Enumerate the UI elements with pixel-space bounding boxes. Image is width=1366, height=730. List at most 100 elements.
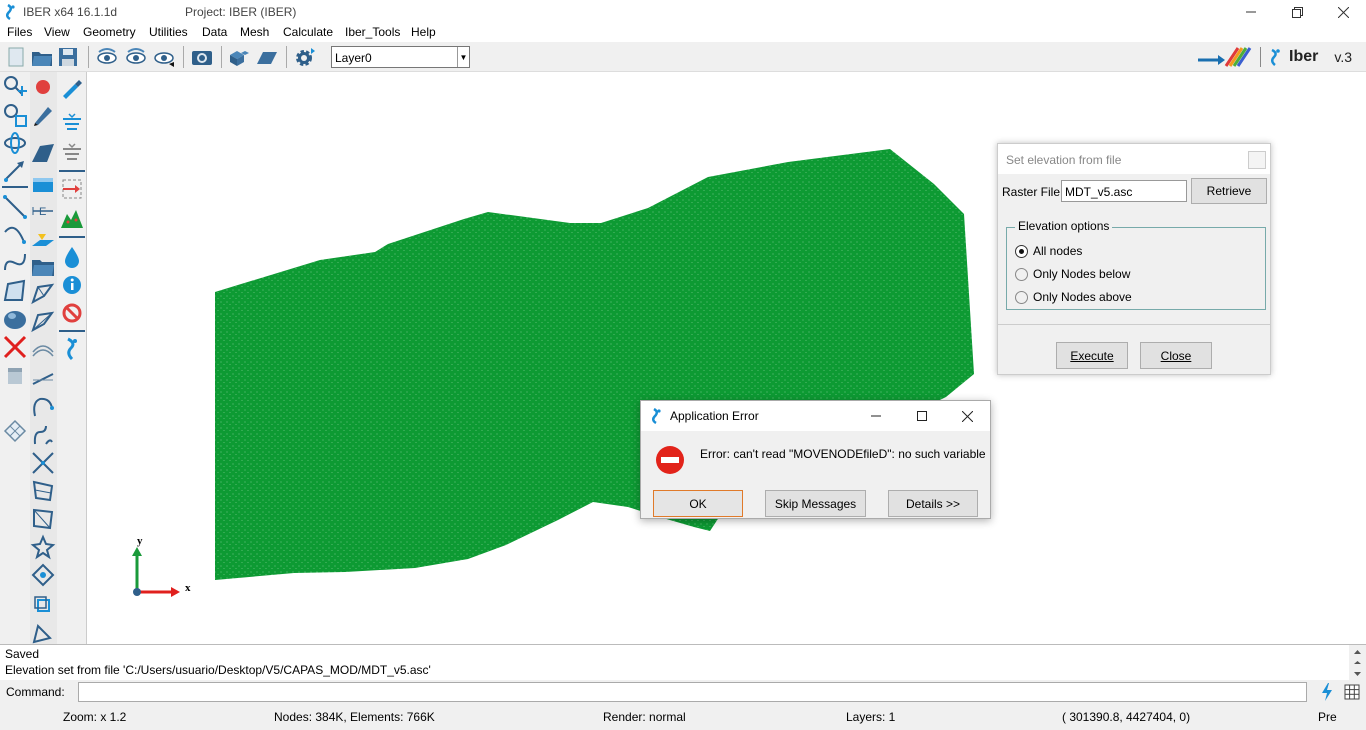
menu-iber-tools[interactable]: Iber_Tools	[345, 25, 400, 39]
raster-file-input[interactable]: MDT_v5.asc	[1061, 180, 1187, 202]
x-axis-label: x	[185, 582, 191, 594]
iber-tool-icon[interactable]	[59, 336, 85, 362]
menu-files[interactable]: Files	[7, 25, 32, 39]
create-volume-icon[interactable]	[2, 306, 28, 332]
radio-icon[interactable]	[1015, 290, 1028, 304]
brand-name: Iber	[1289, 48, 1319, 65]
menu-mesh[interactable]: Mesh	[240, 25, 269, 39]
skip-messages-button[interactable]: Skip Messages	[765, 490, 866, 517]
command-input[interactable]	[78, 682, 1307, 702]
option-all-nodes[interactable]: All nodes	[1015, 244, 1082, 258]
maximize-icon	[917, 411, 927, 421]
lightning-icon[interactable]	[1318, 682, 1336, 702]
stop-icon[interactable]	[59, 300, 85, 326]
axes-triad	[132, 547, 180, 597]
boundary-condition-icon[interactable]	[59, 176, 85, 202]
dialog-close-button[interactable]	[1248, 151, 1266, 169]
plane-surface-icon[interactable]	[30, 140, 56, 166]
log-scrollbar[interactable]	[1349, 645, 1366, 681]
ok-button[interactable]: OK	[653, 490, 743, 517]
record-icon[interactable]	[30, 74, 56, 100]
open-folder-icon[interactable]	[30, 46, 54, 68]
intersect-icon[interactable]	[30, 450, 56, 476]
water-level-icon[interactable]	[59, 110, 85, 136]
dropper-icon[interactable]	[59, 74, 85, 100]
option-nodes-below[interactable]: Only Nodes below	[1015, 267, 1130, 281]
close-button[interactable]: Close	[1140, 342, 1212, 369]
menu-utilities[interactable]: Utilities	[149, 25, 188, 39]
menu-geometry[interactable]: Geometry	[83, 25, 136, 39]
chevron-down-icon[interactable]: ▼	[457, 47, 469, 67]
create-arc-icon[interactable]	[2, 222, 28, 248]
curve-surface-icon[interactable]	[30, 422, 56, 448]
info-icon[interactable]	[59, 272, 85, 298]
box-icon[interactable]	[30, 170, 56, 196]
spline-surface-icon[interactable]	[30, 394, 56, 420]
wave-icon[interactable]	[30, 338, 56, 364]
triangle-edit-icon[interactable]	[30, 620, 56, 646]
terrain-icon[interactable]	[59, 206, 85, 232]
delete-icon[interactable]	[2, 334, 28, 360]
pencil-icon[interactable]	[30, 102, 56, 128]
create-spline-icon[interactable]	[2, 250, 28, 276]
pointer-line-icon[interactable]	[2, 158, 28, 184]
bucket-icon[interactable]	[2, 362, 28, 388]
option-nodes-above[interactable]: Only Nodes above	[1015, 290, 1132, 304]
close-icon	[1337, 6, 1349, 18]
command-row: Command:	[0, 680, 1366, 704]
water-drop-icon[interactable]	[59, 244, 85, 270]
output-log[interactable]: Saved Elevation set from file 'C:/Users/…	[0, 644, 1366, 681]
collapse-icon[interactable]	[30, 562, 56, 588]
nurbs-surface-icon[interactable]	[30, 506, 56, 532]
layers-cubes-icon[interactable]	[227, 46, 251, 68]
measure-icon[interactable]	[30, 366, 56, 392]
zoom-window-icon[interactable]	[2, 102, 28, 128]
save-icon[interactable]	[56, 46, 80, 68]
retrieve-button[interactable]: Retrieve	[1191, 178, 1267, 204]
error-maximize-button[interactable]	[899, 401, 945, 431]
create-line-icon[interactable]	[2, 194, 28, 220]
menu-help[interactable]: Help	[411, 25, 436, 39]
quad-surface-icon[interactable]	[30, 478, 56, 504]
radio-icon[interactable]	[1015, 267, 1028, 281]
star-surface-icon[interactable]	[30, 534, 56, 560]
view-eye-icon[interactable]	[95, 46, 119, 68]
execute-button[interactable]: Execute	[1056, 342, 1128, 369]
grid-icon[interactable]	[1343, 682, 1361, 702]
edit-element-icon[interactable]: E	[30, 198, 56, 224]
restore-button[interactable]	[1274, 0, 1320, 24]
dialog-title: Set elevation from file	[1006, 153, 1122, 167]
toolbar-separator	[183, 46, 184, 68]
import-layer-icon[interactable]	[30, 226, 56, 252]
iber-logo-icon	[6, 4, 15, 20]
rotate-view-icon[interactable]	[124, 46, 148, 68]
minimize-button[interactable]	[1228, 0, 1274, 24]
camera-icon[interactable]	[190, 46, 214, 68]
layer-dropdown[interactable]: Layer0 ▼	[331, 46, 470, 68]
close-window-button[interactable]	[1320, 0, 1366, 24]
folder-icon[interactable]	[30, 254, 56, 280]
application-error-dialog: Application Error Error: can't read "MOV…	[640, 400, 991, 519]
error-close-button[interactable]	[944, 401, 990, 431]
details-button[interactable]: Details >>	[888, 490, 978, 517]
small-cube-icon[interactable]	[30, 592, 56, 618]
create-surface-icon[interactable]	[2, 278, 28, 304]
view-options-icon[interactable]	[152, 46, 176, 68]
rotate-icon[interactable]	[2, 130, 28, 156]
new-file-icon[interactable]	[4, 46, 28, 68]
error-minimize-button[interactable]	[853, 401, 899, 431]
surface-mesh-2-icon[interactable]	[30, 310, 56, 336]
surface-icon[interactable]	[255, 46, 279, 68]
menu-calculate[interactable]: Calculate	[283, 25, 333, 39]
menu-view[interactable]: View	[44, 25, 70, 39]
menu-data[interactable]: Data	[202, 25, 227, 39]
zoom-in-icon[interactable]	[2, 74, 28, 100]
mesh-pattern-icon[interactable]	[2, 418, 28, 444]
svg-text:E: E	[39, 206, 46, 218]
mesh-settings-gear-icon[interactable]	[293, 46, 317, 68]
radio-selected-icon[interactable]	[1015, 244, 1028, 258]
layers-gray-icon[interactable]	[59, 140, 85, 166]
dialog-title-bar[interactable]: Set elevation from file	[998, 144, 1270, 174]
error-title-bar[interactable]: Application Error	[641, 401, 990, 431]
surface-mesh-icon[interactable]	[30, 282, 56, 308]
